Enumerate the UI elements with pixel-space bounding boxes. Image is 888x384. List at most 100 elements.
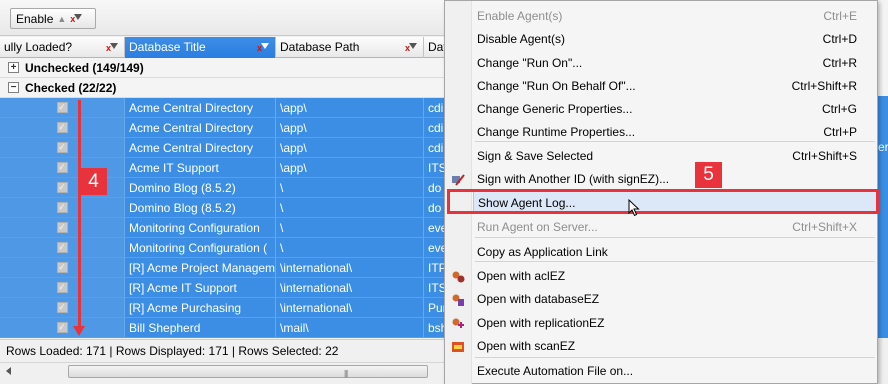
checked-checkbox-icon[interactable]: ✓ (56, 302, 68, 313)
menu-item-disable-agent-s[interactable]: Disable Agent(s) Ctrl+D (473, 28, 877, 50)
database-title-cell: [R] Acme Project Managem (125, 258, 276, 277)
database-path-cell: \app\ (276, 118, 424, 137)
fully-loaded-cell: ✓ (0, 138, 125, 157)
column-header-database-title[interactable]: Database Title x (125, 37, 276, 58)
menu-item-run-agent-on-server[interactable]: Run Agent on Server... Ctrl+Shift+X (473, 216, 877, 238)
remove-filter-icon[interactable]: x (70, 13, 83, 24)
column-filter-icon[interactable]: x (257, 43, 269, 53)
database-title-cell: Monitoring Configuration (125, 218, 276, 237)
horizontal-scrollbar[interactable]: ||| (0, 362, 446, 379)
database-path-cell: \international\ (276, 298, 424, 317)
menu-item-sign-save-selected[interactable]: Sign & Save Selected Ctrl+Shift+S (473, 145, 877, 167)
checked-checkbox-icon[interactable]: ✓ (56, 282, 68, 293)
replicationez-icon (451, 316, 465, 330)
table-row[interactable]: ✓ [R] Acme Project Managem \international\… (0, 258, 446, 278)
expand-icon[interactable]: + (8, 62, 19, 73)
table-row[interactable]: ✓ Monitoring Configuration (\ eve (0, 238, 446, 258)
checked-checkbox-icon[interactable]: ✓ (56, 102, 68, 113)
menu-separator (475, 357, 875, 358)
menu-item-enable-agent-s[interactable]: Enable Agent(s) Ctrl+E (473, 5, 877, 27)
partial-cell: cdi (428, 141, 444, 155)
annotation-arrow-line (78, 100, 81, 328)
fully-loaded-cell: ✓ (0, 258, 125, 277)
mouse-cursor-icon (628, 199, 640, 217)
menu-item-sign-with-another-id-with-signez[interactable]: Sign with Another ID (with signEZ)... (452, 168, 877, 190)
menu-item-open-with-scanez[interactable]: Open with scanEZ (452, 335, 877, 357)
fully-loaded-cell: ✓ (0, 118, 125, 137)
table-row[interactable]: ✓ [R] Acme Purchasing \international\ Pur (0, 298, 446, 318)
menu-item-shortcut: Ctrl+D (822, 32, 857, 46)
menu-item-shortcut: Ctrl+G (821, 102, 857, 116)
menu-item-label: Sign & Save Selected (477, 149, 594, 163)
checked-checkbox-icon[interactable]: ✓ (56, 262, 68, 273)
table-row[interactable]: ✓ Domino Blog (8.5.2) \ do (0, 178, 446, 198)
menu-item-open-with-databaseez[interactable]: Open with databaseEZ (452, 288, 877, 310)
grid-toolbar: Enable ▲ x (0, 0, 446, 36)
table-row[interactable]: ✓ Monitoring Configuration \ eve (0, 218, 446, 238)
scanez-icon (451, 339, 465, 353)
collapse-icon[interactable]: − (8, 82, 19, 93)
group-label: Unchecked (149/149) (25, 60, 144, 75)
scroll-grip-icon: ||| (344, 369, 348, 378)
partial-cell: cdi (428, 101, 444, 115)
partial-cell: Pur (428, 301, 446, 315)
table-row[interactable]: ✓ Acme IT Support \app\ ITS (0, 158, 446, 178)
annotation-badge-5: 5 (695, 162, 722, 188)
menu-item-label: Open with scanEZ (477, 339, 576, 353)
enable-label: Enable (16, 11, 54, 26)
fully-loaded-cell: ✓ (0, 98, 125, 117)
database-path-cell: \app\ (276, 138, 424, 157)
menu-item-shortcut: Ctrl+Shift+X (792, 220, 857, 234)
column-header-database-path[interactable]: Database Path x (276, 37, 424, 58)
menu-item-copy-as-application-link[interactable]: Copy as Application Link (473, 241, 877, 263)
database-title-cell: [R] Acme IT Support (125, 278, 276, 297)
checked-checkbox-icon[interactable]: ✓ (56, 202, 68, 213)
table-row[interactable]: ✓ [R] Acme IT Support \international\ ITS (0, 278, 446, 298)
checked-checkbox-icon[interactable]: ✓ (56, 142, 68, 153)
menu-item-change-run-on-behalf-of[interactable]: Change "Run On Behalf Of"... Ctrl+Shift+R (473, 75, 877, 97)
table-row[interactable]: ✓ Bill Shepherd \mail\ bsh (0, 318, 446, 338)
menu-item-label: Sign with Another ID (with signEZ)... (477, 172, 670, 186)
database-title-cell: Domino Blog (8.5.2) (125, 178, 276, 197)
table-row[interactable]: ✓ Acme Central Directory \app\ cdi (0, 138, 446, 158)
column-header-label: Database Title (129, 40, 206, 54)
scrollbar-thumb[interactable]: ||| (68, 365, 428, 378)
enable-column-chip[interactable]: Enable ▲ x (10, 8, 96, 29)
column-filter-icon[interactable]: x (106, 43, 118, 53)
menu-item-execute-automation-file-on[interactable]: Execute Automation File on... (473, 360, 877, 382)
table-row[interactable]: ✓ Acme Central Directory \app\ cdi (0, 98, 446, 118)
fully-loaded-cell: ✓ (0, 318, 125, 337)
annotation-badge-4: 4 (80, 168, 107, 195)
checked-checkbox-icon[interactable]: ✓ (56, 242, 68, 253)
menu-item-label: Change Generic Properties... (477, 102, 633, 116)
checked-checkbox-icon[interactable]: ✓ (56, 182, 68, 193)
menu-item-change-generic-properties[interactable]: Change Generic Properties... Ctrl+G (473, 98, 877, 120)
checked-checkbox-icon[interactable]: ✓ (56, 322, 68, 333)
column-header-label: Database Path (280, 40, 360, 54)
database-path-cell: \ (276, 178, 424, 197)
agent-grid-panel: Enable ▲ x ully Loaded? x Database Title… (0, 0, 446, 384)
menu-item-open-with-aclez[interactable]: Open with aclEZ (452, 265, 877, 287)
database-title-cell: Acme Central Directory (125, 138, 276, 157)
checked-checkbox-icon[interactable]: ✓ (56, 162, 68, 173)
checked-checkbox-icon[interactable]: ✓ (56, 122, 68, 133)
menu-item-change-run-on[interactable]: Change "Run On"... Ctrl+R (473, 52, 877, 74)
annotation-highlight-box (447, 189, 879, 214)
group-row-unchecked[interactable]: + Unchecked (149/149) (0, 58, 446, 78)
column-header-partial[interactable]: Dat (424, 37, 446, 58)
table-row[interactable]: ✓ Domino Blog (8.5.2) \ do (0, 198, 446, 218)
group-row-checked[interactable]: − Checked (22/22) (0, 78, 446, 98)
database-title-cell: Acme IT Support (125, 158, 276, 177)
sort-ascending-icon[interactable]: ▲ (57, 14, 66, 24)
menu-item-open-with-replicationez[interactable]: Open with replicationEZ (452, 312, 877, 334)
scroll-left-arrow-icon[interactable] (6, 367, 11, 375)
menu-item-shortcut: Ctrl+E (823, 9, 857, 23)
table-row[interactable]: ✓ Acme Central Directory \app\ cdi (0, 118, 446, 138)
database-path-cell: \ (276, 198, 424, 217)
partial-cell: do (428, 201, 442, 215)
column-header-fully-loaded[interactable]: ully Loaded? x (0, 37, 125, 58)
checked-checkbox-icon[interactable]: ✓ (56, 222, 68, 233)
menu-item-change-runtime-properties[interactable]: Change Runtime Properties... Ctrl+P (473, 121, 877, 143)
database-title-cell: Domino Blog (8.5.2) (125, 198, 276, 217)
column-filter-icon[interactable]: x (405, 43, 417, 53)
